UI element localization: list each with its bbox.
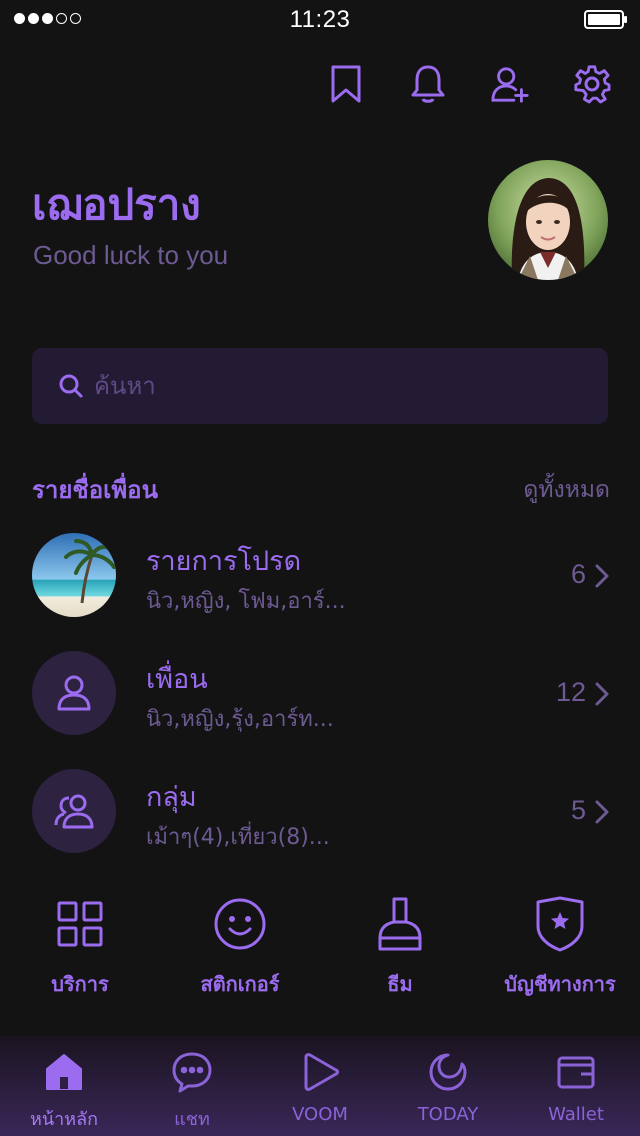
- chat-icon: [170, 1050, 214, 1094]
- play-icon: [298, 1050, 342, 1094]
- service-label: บัญชีทางการ: [504, 972, 616, 996]
- nav-label: Wallet: [548, 1104, 604, 1125]
- list-item-friends[interactable]: เพื่อน นิว,หญิง,รุ้ง,อาร์ท... 12: [0, 651, 640, 751]
- header-actions: [326, 62, 612, 106]
- nav-label: แชท: [174, 1109, 210, 1130]
- bell-icon[interactable]: [408, 62, 448, 106]
- beach-photo-thumbnail: [32, 533, 116, 617]
- nav-tab-today[interactable]: TODAY: [384, 1036, 512, 1136]
- service-item-stickers[interactable]: สติกเกอร์: [160, 894, 320, 1000]
- chevron-right-icon: [595, 564, 609, 588]
- person-icon-thumbnail: [32, 651, 116, 735]
- services-row: บริการ สติกเกอร์ ธีม บัญชีทางการ: [0, 894, 640, 1000]
- add-friend-icon[interactable]: [490, 62, 530, 106]
- nav-tab-voom[interactable]: VOOM: [256, 1036, 384, 1136]
- list-item-count: 12: [555, 677, 586, 707]
- shield-star-icon: [530, 894, 590, 954]
- nav-tab-home[interactable]: หน้าหลัก: [0, 1036, 128, 1136]
- profile-name[interactable]: เฌอปราง: [32, 172, 201, 238]
- list-item-title: เพื่อน: [146, 664, 208, 695]
- search-bar[interactable]: [32, 348, 608, 424]
- status-bar: 11:23: [0, 0, 640, 40]
- nav-tab-chat[interactable]: แชท: [128, 1036, 256, 1136]
- list-item-subtitle: เม้าๆ(4),เที่ยว(8)...: [146, 825, 330, 850]
- list-item-subtitle: นิว,หญิง, โฟม,อาร์...: [146, 589, 346, 614]
- list-item-count: 5: [570, 795, 586, 825]
- nav-tab-wallet[interactable]: Wallet: [512, 1036, 640, 1136]
- service-label: ธีม: [387, 972, 413, 996]
- service-item-services[interactable]: บริการ: [0, 894, 160, 1000]
- service-label: บริการ: [51, 972, 109, 996]
- search-icon: [59, 374, 83, 398]
- group-icon: [54, 794, 94, 829]
- battery-icon: [584, 10, 627, 29]
- grid-icon: [50, 894, 110, 954]
- service-item-themes[interactable]: ธีม: [320, 894, 480, 1000]
- person-icon: [57, 675, 91, 711]
- profile-status-message[interactable]: Good luck to you: [33, 240, 228, 271]
- chevron-right-icon: [595, 800, 609, 824]
- friends-section-title: รายชื่อเพื่อน: [32, 476, 158, 504]
- brush-icon: [370, 894, 430, 954]
- moon-icon: [426, 1050, 470, 1094]
- bookmark-icon[interactable]: [326, 62, 366, 106]
- gear-icon[interactable]: [572, 62, 612, 106]
- list-item-subtitle: นิว,หญิง,รุ้ง,อาร์ท...: [146, 707, 334, 732]
- home-screen: 11:23 เฌอปราง Good luck to you ค้นหา ราย…: [0, 0, 640, 1136]
- status-time: 11:23: [289, 6, 351, 33]
- list-item-count: 6: [570, 559, 586, 589]
- list-item-favorites[interactable]: รายการโปรด นิว,หญิง, โฟม,อาร์... 6: [0, 533, 640, 633]
- service-item-official-accounts[interactable]: บัญชีทางการ: [480, 894, 640, 1000]
- list-item-title: รายการโปรด: [146, 546, 302, 577]
- nav-label: TODAY: [417, 1104, 479, 1125]
- nav-label: VOOM: [292, 1104, 348, 1125]
- list-item-title: กลุ่ม: [146, 782, 197, 813]
- bottom-navigation: หน้าหลัก แชท VOOM TODAY Wallet: [0, 1036, 640, 1136]
- list-item-groups[interactable]: กลุ่ม เม้าๆ(4),เที่ยว(8)... 5: [0, 769, 640, 869]
- service-label: สติกเกอร์: [200, 972, 280, 996]
- chevron-right-icon: [595, 682, 609, 706]
- smiley-icon: [210, 894, 270, 954]
- nav-label: หน้าหลัก: [29, 1109, 99, 1130]
- see-all-link[interactable]: ดูทั้งหมด: [523, 472, 610, 508]
- group-icon-thumbnail: [32, 769, 116, 853]
- search-input[interactable]: [92, 371, 576, 401]
- wallet-icon: [554, 1050, 598, 1094]
- profile-avatar[interactable]: [488, 160, 608, 280]
- home-icon: [42, 1050, 86, 1094]
